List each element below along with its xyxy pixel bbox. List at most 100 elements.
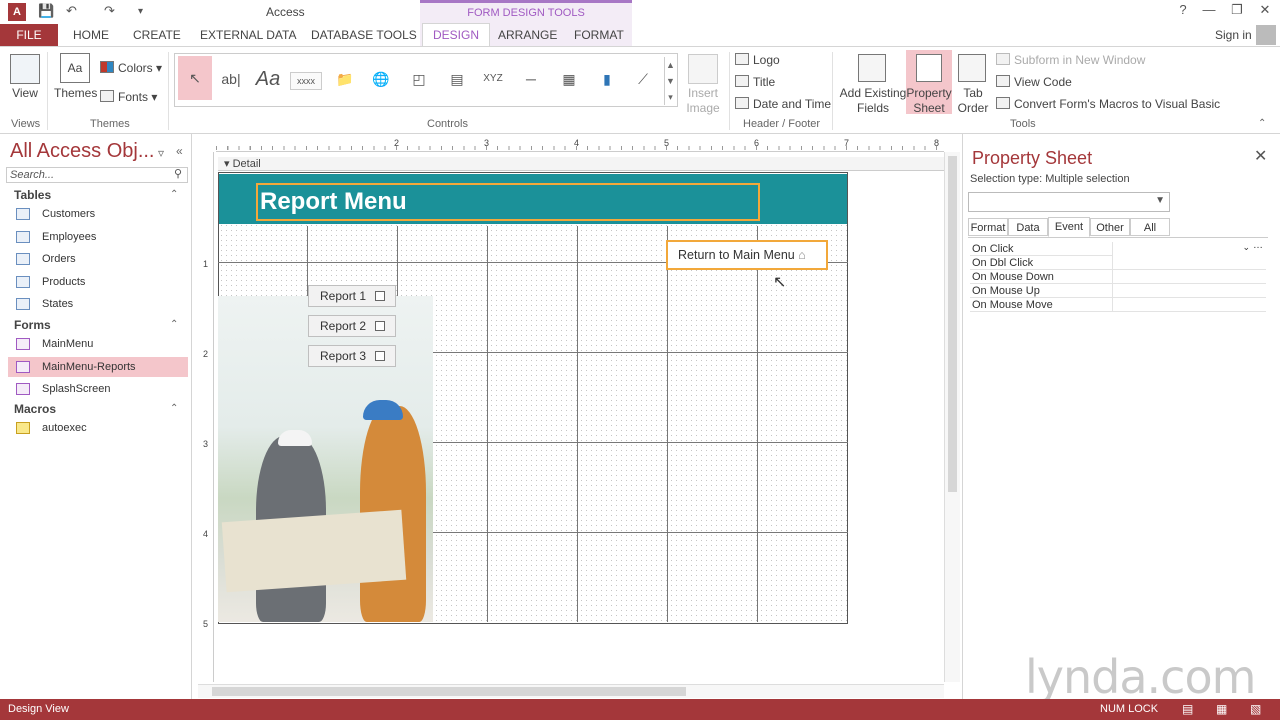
tab-database-tools[interactable]: DATABASE TOOLS (311, 24, 417, 46)
datasheet-view-icon[interactable]: ▦ (1216, 702, 1227, 716)
tab-file[interactable]: FILE (0, 24, 58, 46)
date-time-button[interactable]: Date and Time (735, 97, 831, 111)
nav-group-forms[interactable]: Forms (14, 318, 51, 332)
tab-other-props[interactable]: Other (1090, 218, 1130, 236)
colors-button[interactable]: Colors ▾ (100, 61, 162, 75)
logo-button[interactable]: Logo (735, 53, 780, 67)
nav-menu-chevron-icon[interactable]: ▿ (158, 146, 164, 160)
scroll-thumb[interactable] (948, 156, 957, 492)
restore-button[interactable]: ❐ (1224, 2, 1250, 18)
tab-format[interactable]: FORMAT (574, 24, 624, 46)
horizontal-scrollbar[interactable] (198, 684, 944, 698)
gallery-scroll[interactable]: ▲ ▼ ▾ (664, 57, 676, 105)
close-window-button[interactable]: ✕ (1252, 2, 1278, 18)
property-row[interactable]: On Click ⌄… (970, 240, 1266, 256)
chevron-down-icon[interactable]: ⌄ (1242, 242, 1250, 253)
title-button[interactable]: Title (735, 75, 775, 89)
page-break-icon[interactable]: ─ (516, 62, 546, 96)
fonts-button[interactable]: Fonts ▾ (100, 90, 157, 104)
view-code-button[interactable]: View Code (996, 75, 1072, 89)
label-control-icon[interactable]: Aa (253, 62, 283, 96)
tab-design[interactable]: DESIGN (422, 23, 491, 47)
nav-pane-title[interactable]: All Access Obj... (10, 140, 155, 163)
property-row[interactable]: On Dbl Click (970, 256, 1266, 270)
sign-in-link[interactable]: Sign in (1215, 28, 1252, 42)
nav-item-products[interactable]: Products (8, 272, 188, 292)
report-menu-title[interactable]: Report Menu (260, 188, 407, 216)
report-3-button[interactable]: Report 3 (308, 345, 396, 367)
nav-item-customers[interactable]: Customers (8, 204, 188, 224)
tab-create[interactable]: CREATE (133, 24, 181, 46)
report-2-button[interactable]: Report 2 (308, 315, 396, 337)
add-existing-fields-button[interactable]: Add Existing Fields (838, 86, 908, 116)
property-value[interactable] (1112, 256, 1266, 270)
tab-all-props[interactable]: All (1130, 218, 1170, 236)
builder-icon[interactable]: … (1253, 240, 1263, 251)
save-icon[interactable]: 💾 (38, 3, 54, 19)
detail-section-bar[interactable]: ▾ Detail (218, 157, 944, 171)
view-icon[interactable] (10, 54, 40, 84)
subform-button[interactable]: Subform in New Window (996, 53, 1145, 67)
property-row[interactable]: On Mouse Move (970, 298, 1266, 312)
tab-control-icon[interactable]: 📁 (330, 62, 360, 96)
tab-home[interactable]: HOME (73, 24, 109, 46)
property-row[interactable]: On Mouse Down (970, 270, 1266, 284)
form-view-icon[interactable]: ▤ (1182, 702, 1193, 716)
nav-item-autoexec[interactable]: autoexec (8, 418, 188, 438)
selection-dropdown[interactable]: ▼ (968, 192, 1170, 212)
nav-item-mainmenu-reports[interactable]: MainMenu-Reports (8, 357, 188, 377)
nav-group-macros[interactable]: Macros (14, 402, 56, 416)
tab-event-props[interactable]: Event (1048, 217, 1090, 237)
nav-item-employees[interactable]: Employees (8, 227, 188, 247)
scroll-thumb[interactable] (212, 687, 686, 696)
textbox-control-icon[interactable]: ab| (216, 62, 246, 96)
collapse-tables-icon[interactable]: ⌃ (170, 189, 178, 200)
property-sheet-button[interactable]: Property Sheet (904, 86, 954, 116)
web-browser-control-icon[interactable]: ◰ (404, 62, 434, 96)
qat-customize-icon[interactable]: ▾ (138, 6, 143, 17)
property-row[interactable]: On Mouse Up (970, 284, 1266, 298)
nav-item-splashscreen[interactable]: SplashScreen (8, 379, 188, 399)
button-control-icon[interactable]: xxxx (290, 72, 322, 90)
nav-item-orders[interactable]: Orders (8, 249, 188, 269)
nav-collapse-icon[interactable]: « (176, 144, 183, 158)
search-icon[interactable]: ⚲ (174, 167, 182, 180)
nav-search-input[interactable]: Search... (6, 167, 188, 183)
nav-group-tables[interactable]: Tables (14, 188, 51, 202)
minimize-button[interactable]: — (1196, 2, 1222, 17)
property-value[interactable] (1112, 284, 1266, 298)
collapse-forms-icon[interactable]: ⌃ (170, 319, 178, 330)
tab-data-props[interactable]: Data (1008, 218, 1048, 236)
design-view-icon[interactable]: ▧ (1250, 702, 1261, 716)
nav-item-mainmenu[interactable]: MainMenu (8, 334, 188, 354)
tab-order-button[interactable]: Tab Order (956, 86, 990, 116)
tab-arrange[interactable]: ARRANGE (498, 24, 557, 46)
navigation-control-icon[interactable]: ▤ (442, 62, 472, 96)
insert-image-button[interactable]: Insert Image (680, 86, 726, 116)
tab-external-data[interactable]: EXTERNAL DATA (200, 24, 296, 46)
collapse-ribbon-icon[interactable]: ⌃ (1258, 118, 1266, 129)
combo-box-icon[interactable]: ▦ (554, 62, 584, 96)
property-value[interactable]: ⌄… (1112, 240, 1266, 256)
hyperlink-control-icon[interactable]: 🌐 (366, 62, 396, 96)
property-value[interactable] (1112, 270, 1266, 284)
undo-icon[interactable]: ↶ (66, 3, 77, 19)
select-pointer-icon[interactable]: ↖ (178, 56, 212, 100)
add-existing-fields-icon[interactable] (858, 54, 886, 82)
return-to-main-menu-button[interactable]: Return to Main Menu ⌂ (666, 240, 828, 270)
collapse-macros-icon[interactable]: ⌃ (170, 403, 178, 414)
themes-icon[interactable]: Aa (60, 53, 90, 83)
option-group-icon[interactable]: XYZ (478, 62, 508, 96)
insert-image-icon[interactable] (688, 54, 718, 84)
help-button[interactable]: ? (1170, 2, 1196, 17)
access-app-icon[interactable]: A (8, 3, 26, 21)
tab-order-icon[interactable] (958, 54, 986, 82)
vertical-scrollbar[interactable] (944, 152, 960, 682)
property-value[interactable] (1112, 298, 1266, 312)
line-control-icon[interactable]: ⟋ (628, 62, 658, 96)
avatar[interactable] (1256, 25, 1276, 45)
close-icon[interactable]: ✕ (1254, 146, 1267, 166)
convert-macros-button[interactable]: Convert Form's Macros to Visual Basic (996, 97, 1220, 111)
tab-format-props[interactable]: Format (968, 218, 1008, 236)
nav-item-states[interactable]: States (8, 294, 188, 314)
